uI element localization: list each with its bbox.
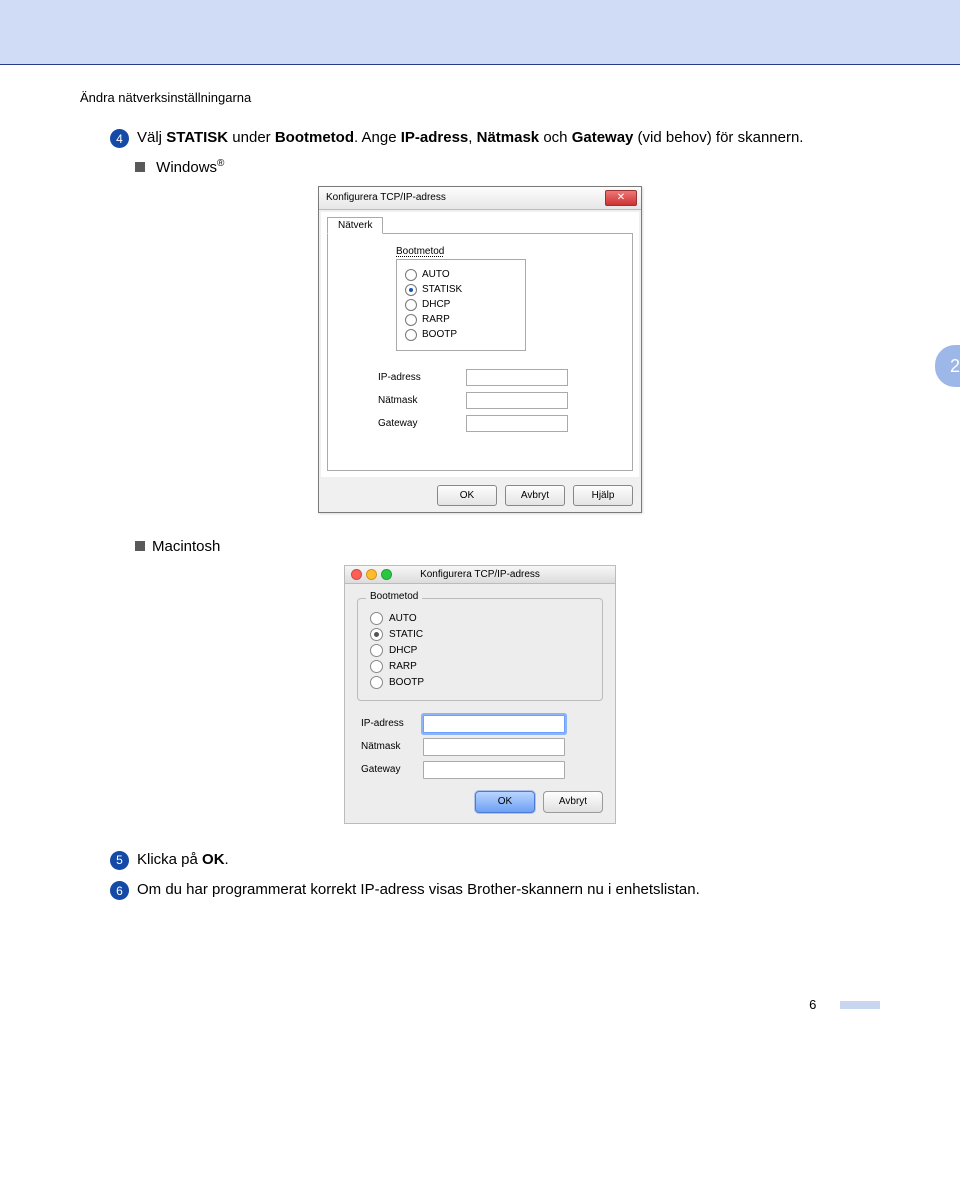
radio-bootp[interactable]: BOOTP [405,329,517,341]
radio-rarp[interactable]: RARP [405,314,517,326]
mask-label: Nätmask [378,395,466,406]
gw-field[interactable] [466,415,568,432]
ip-label: IP-adress [378,372,466,383]
mac-titlebar: Konfigurera TCP/IP-adress [345,566,615,584]
registered-icon: ® [217,158,224,169]
step-5-badge: 5 [110,851,129,870]
mac-ip-field[interactable] [423,715,565,733]
os-windows-label: Windows® [135,158,880,176]
mac-cancel-button[interactable]: Avbryt [543,791,603,813]
step-4-text: Välj STATISK under Bootmetod. Ange IP-ad… [137,127,803,150]
mac-radio-rarp[interactable]: RARP [370,660,590,673]
close-icon[interactable]: ✕ [605,190,637,206]
mask-field[interactable] [466,392,568,409]
gw-label: Gateway [378,418,466,429]
page-number-bar [840,1001,880,1009]
mac-mask-field[interactable] [423,738,565,756]
zoom-icon[interactable] [381,569,392,580]
windows-tab-panel: Bootmetod AUTO STATISK DHCP RARP BOOTP I… [327,233,633,471]
close-icon[interactable] [351,569,362,580]
ok-button[interactable]: OK [437,485,497,506]
step-6-badge: 6 [110,881,129,900]
mac-ok-button[interactable]: OK [475,791,535,813]
windows-title: Konfigurera TCP/IP-adress [326,192,446,203]
radio-auto[interactable]: AUTO [405,269,517,281]
cancel-button[interactable]: Avbryt [505,485,565,506]
step-4-badge: 4 [110,129,129,148]
mac-gw-field[interactable] [423,761,565,779]
step-6: 6 Om du har programmerat korrekt IP-adre… [110,879,880,902]
step-5-text: Klicka på OK. [137,849,229,872]
radio-dhcp[interactable]: DHCP [405,299,517,311]
ip-field[interactable] [466,369,568,386]
bootmethod-group: AUTO STATISK DHCP RARP BOOTP [396,259,526,351]
tab-network[interactable]: Nätverk [327,217,383,234]
chapter-tab: 2 [935,345,960,387]
mac-radio-static[interactable]: STATIC [370,628,590,641]
minimize-icon[interactable] [366,569,377,580]
mac-mask-label: Nätmask [361,741,423,752]
help-button[interactable]: Hjälp [573,485,633,506]
windows-titlebar: Konfigurera TCP/IP-adress ✕ [319,187,641,210]
mac-ip-label: IP-adress [361,718,423,729]
step-6-text: Om du har programmerat korrekt IP-adress… [137,879,700,902]
mac-radio-auto[interactable]: AUTO [370,612,590,625]
mac-dialog: Konfigurera TCP/IP-adress Bootmetod AUTO… [344,565,616,824]
step-5: 5 Klicka på OK. [110,849,880,872]
breadcrumb: Ändra nätverksinställningarna [80,90,880,105]
mac-radio-dhcp[interactable]: DHCP [370,644,590,657]
page-number: 6 [809,997,880,1012]
windows-dialog: Konfigurera TCP/IP-adress ✕ Nätverk Boot… [318,186,642,513]
bootmethod-label: Bootmetod [396,246,526,257]
step-4: 4 Välj STATISK under Bootmetod. Ange IP-… [110,127,880,150]
mac-gw-label: Gateway [361,764,423,775]
mac-title: Konfigurera TCP/IP-adress [420,569,540,580]
bootmethod-label: Bootmetod [366,591,422,602]
header-band [0,0,960,65]
radio-statisk[interactable]: STATISK [405,284,517,296]
bootmethod-group: Bootmetod AUTO STATIC DHCP RARP BOOTP [357,598,603,701]
os-mac-label: Macintosh [135,538,880,555]
mac-radio-bootp[interactable]: BOOTP [370,676,590,689]
